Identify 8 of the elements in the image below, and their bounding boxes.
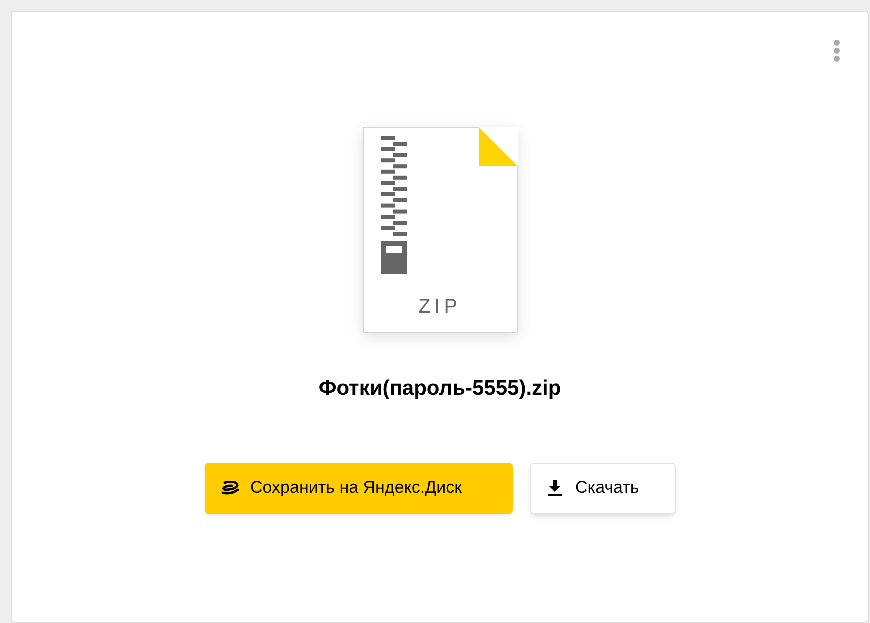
download-button[interactable]: Скачать — [530, 462, 676, 514]
save-to-disk-button[interactable]: Сохранить на Яндекс.Диск — [204, 462, 512, 514]
zipper-icon — [380, 136, 406, 274]
file-type-label: ZIP — [418, 295, 462, 320]
file-name: Фотки(пароль-5555).zip — [318, 376, 562, 402]
more-options-button[interactable] — [832, 38, 842, 64]
download-icon — [548, 480, 562, 496]
disk-logo-icon — [220, 481, 240, 495]
